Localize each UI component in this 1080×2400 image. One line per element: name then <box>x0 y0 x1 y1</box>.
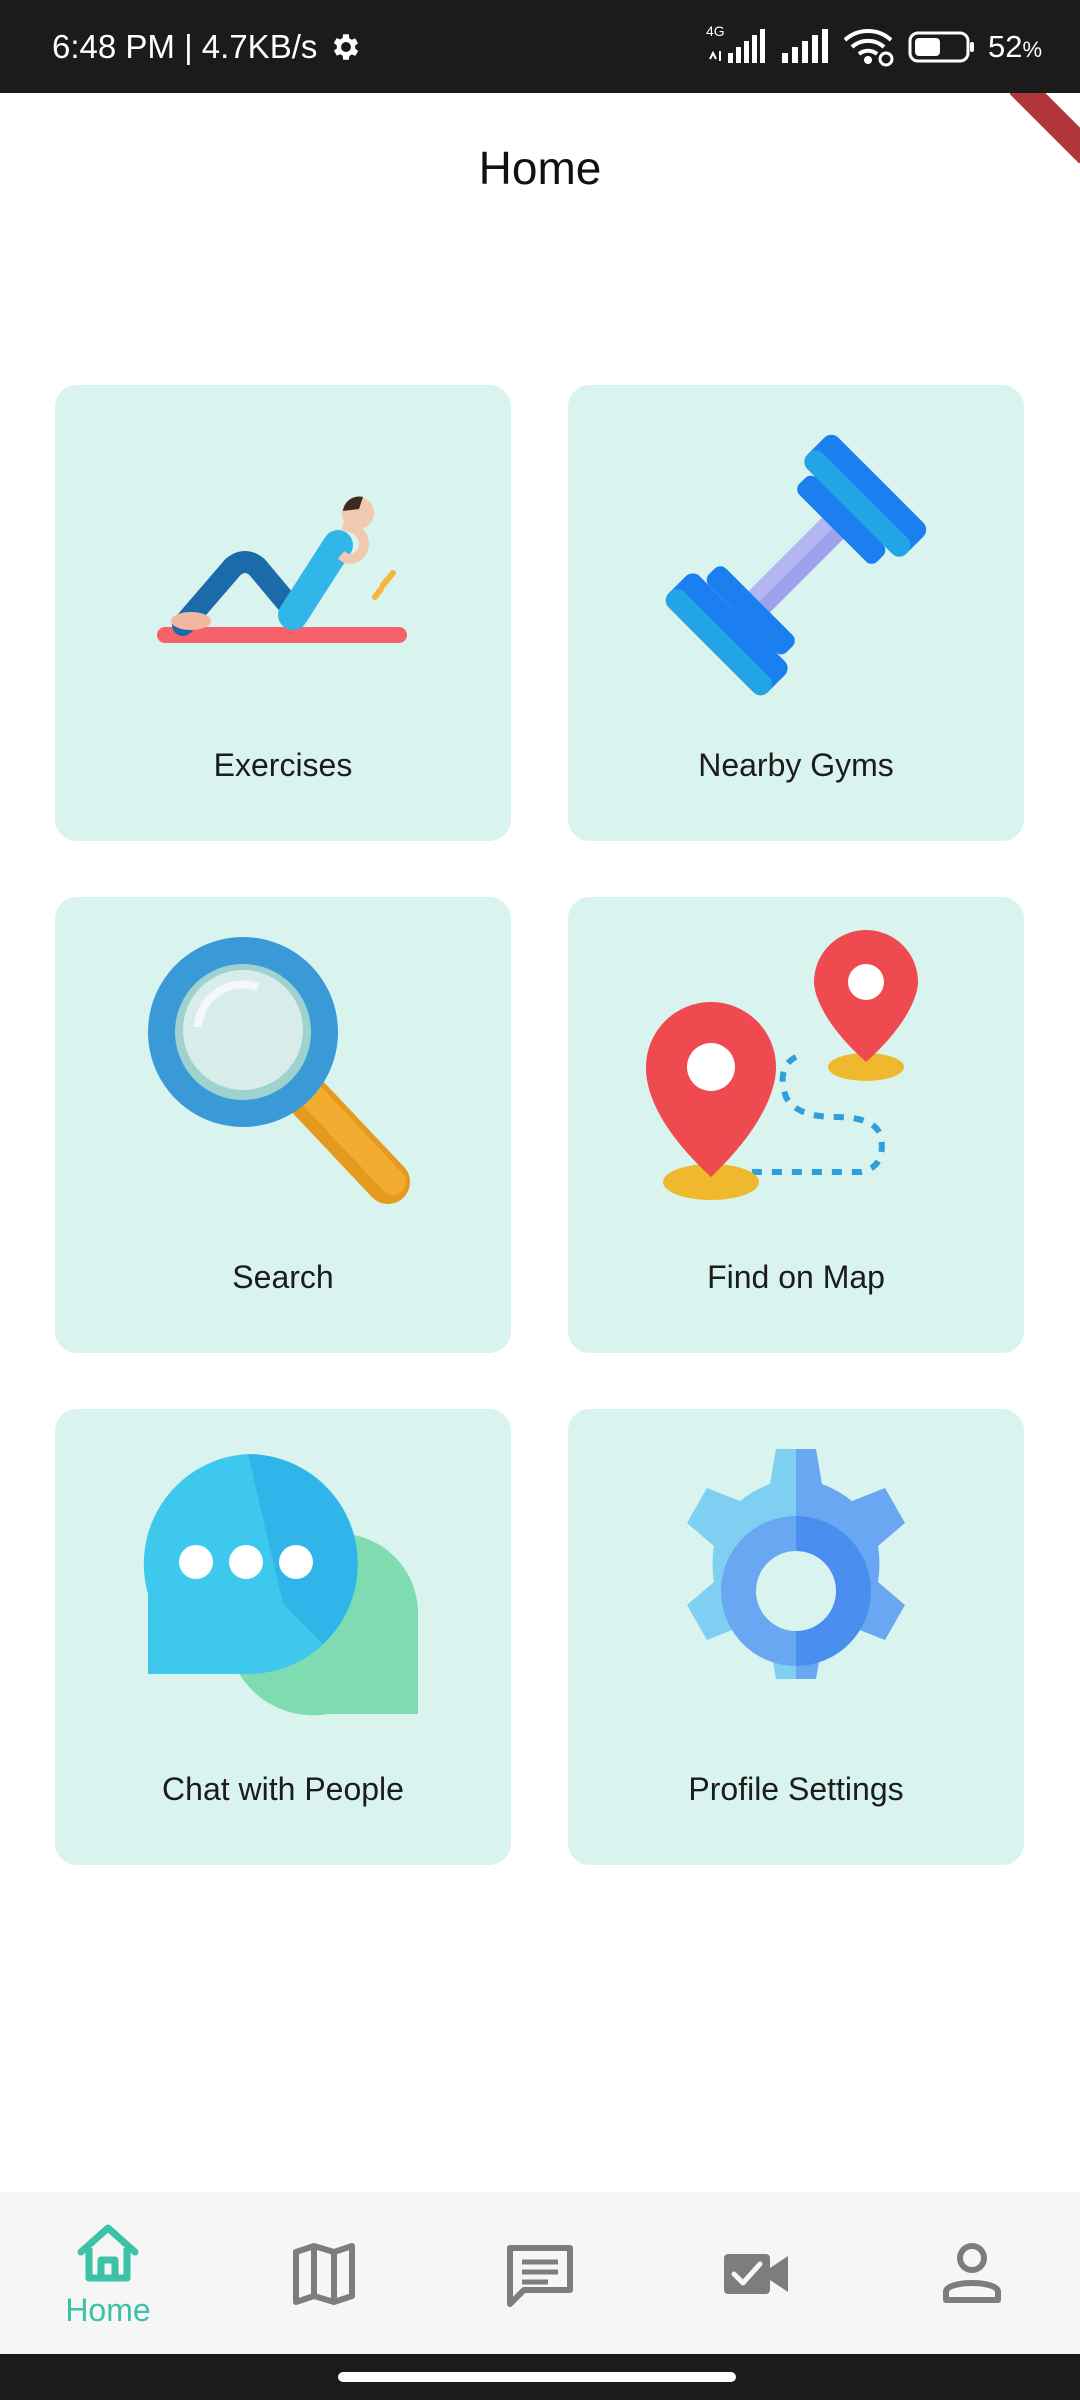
nav-item-profile[interactable] <box>864 2192 1080 2354</box>
page-title: Home <box>478 142 602 194</box>
chat-with-people-card[interactable]: Chat with People <box>55 1409 511 1865</box>
status-right: 4G 52% <box>706 0 1042 93</box>
map-icon <box>292 2242 356 2311</box>
video-call-icon <box>722 2250 790 2303</box>
status-left: 6:48 PM | 4.7KB/s <box>52 0 363 93</box>
card-label: Chat with People <box>162 1771 404 1807</box>
magnifier-icon <box>55 927 511 1227</box>
exercise-icon <box>55 415 511 715</box>
battery-percent: 52% <box>987 28 1042 64</box>
home-gesture-handle[interactable] <box>338 2372 736 2382</box>
nav-label-home: Home <box>65 2292 151 2328</box>
gear-icon <box>568 1439 1024 1739</box>
card-label: Find on Map <box>707 1259 885 1295</box>
signal-4g-icon: 4G <box>706 23 768 65</box>
gesture-bar <box>0 2354 1080 2400</box>
chat-bubbles-icon <box>55 1439 511 1739</box>
exercises-card[interactable]: Exercises <box>55 385 511 841</box>
bottom-nav: Home <box>0 2192 1080 2354</box>
nav-item-home[interactable]: Home <box>0 2192 216 2354</box>
card-label: Profile Settings <box>688 1771 904 1807</box>
card-label: Search <box>232 1259 334 1295</box>
nearby-gyms-card[interactable]: Nearby Gyms <box>568 385 1024 841</box>
wifi-icon <box>842 27 896 67</box>
signal-bars-icon <box>780 28 830 65</box>
card-label: Nearby Gyms <box>698 747 894 783</box>
settings-gear-icon <box>329 30 363 64</box>
status-time-speed: 6:48 PM | 4.7KB/s <box>52 27 318 65</box>
battery-icon <box>908 30 976 64</box>
home-icon <box>73 2222 143 2289</box>
nav-item-map[interactable] <box>216 2192 432 2354</box>
nav-item-video[interactable] <box>648 2192 864 2354</box>
dumbbell-icon <box>568 415 1024 715</box>
feature-grid: Exercises Nearby Gyms Search Find on Map… <box>55 385 1025 1865</box>
nav-item-chat[interactable] <box>432 2192 648 2354</box>
search-card[interactable]: Search <box>55 897 511 1353</box>
map-pins-icon <box>568 927 1024 1227</box>
network-type: 4G <box>705 22 725 39</box>
message-icon <box>504 2242 576 2315</box>
person-icon <box>942 2242 1002 2309</box>
card-label: Exercises <box>213 747 353 783</box>
find-on-map-card[interactable]: Find on Map <box>568 897 1024 1353</box>
profile-settings-card[interactable]: Profile Settings <box>568 1409 1024 1865</box>
status-bar: 6:48 PM | 4.7KB/s 4G 52% <box>0 0 1080 93</box>
